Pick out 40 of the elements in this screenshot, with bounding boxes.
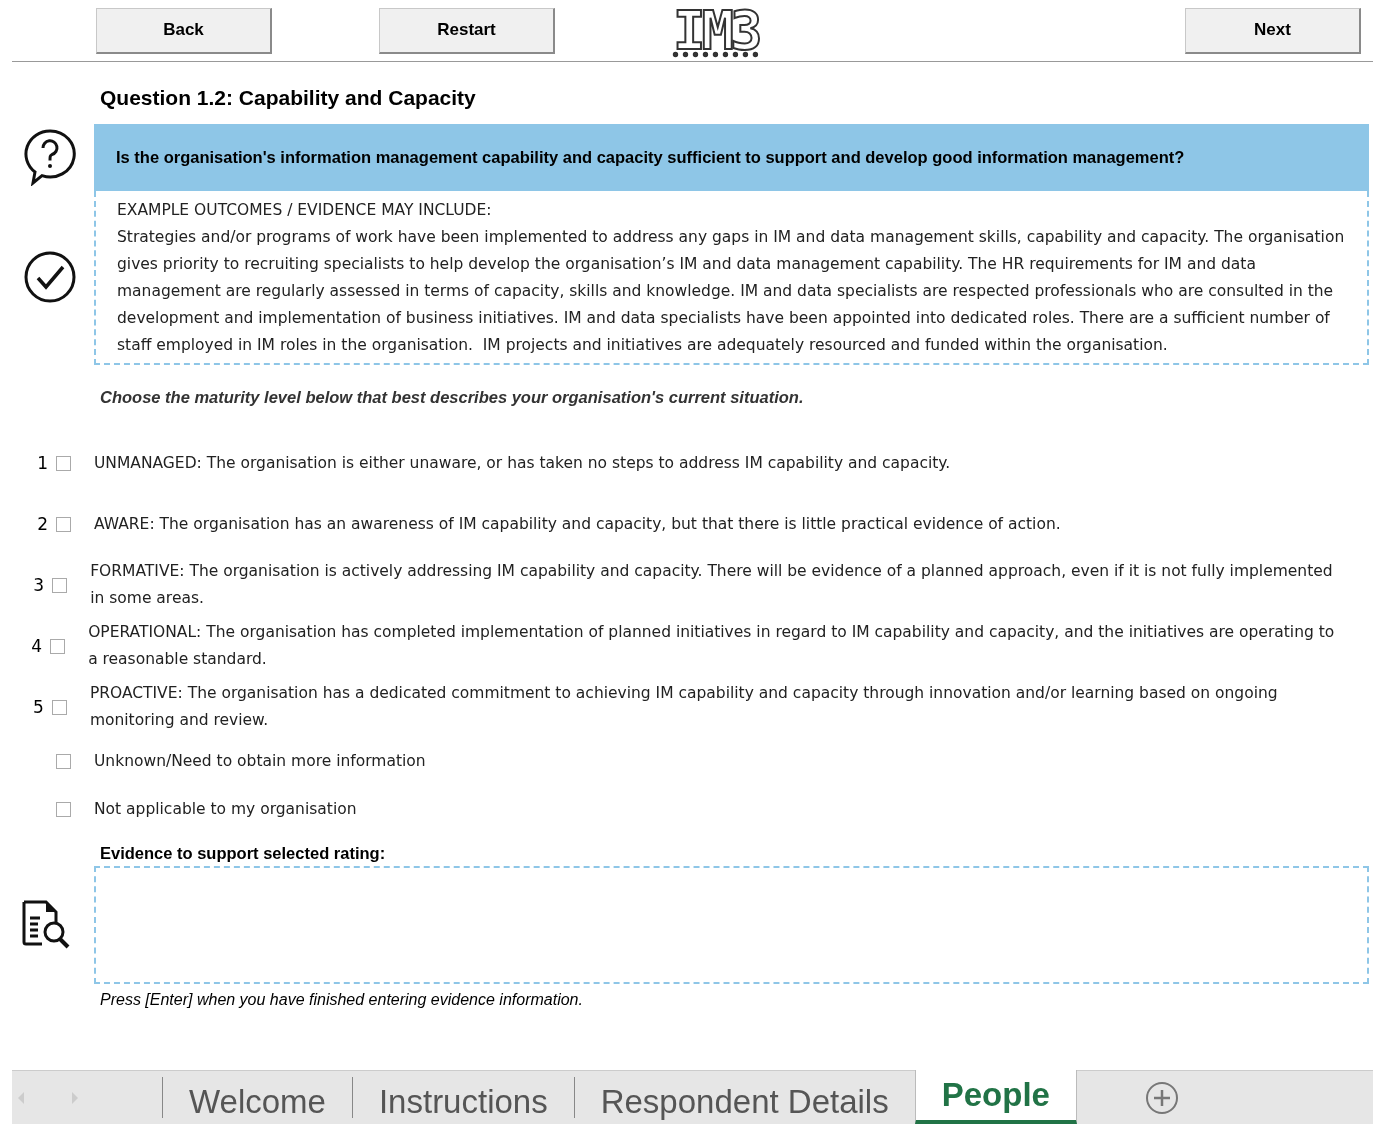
option-number: 4 — [31, 634, 43, 658]
option-checkbox[interactable] — [56, 455, 71, 471]
option-label: Unknown/Need to obtain more information — [94, 751, 426, 773]
restart-button[interactable]: Restart — [379, 7, 555, 54]
question-icon — [23, 128, 77, 186]
scroll-left-icon[interactable] — [16, 1090, 26, 1105]
back-button[interactable]: Back — [96, 7, 272, 54]
option-checkbox[interactable] — [52, 577, 68, 593]
evidence-label: Evidence to support selected rating: — [100, 842, 387, 864]
option-label: UNMANAGED: The organisation is either unaware, or has taken no steps to address IM capability and capacity. — [94, 452, 951, 474]
option-label: PROACTIVE: The organisation has a dedicated commitment to achieving IM capability and capacity through innovation and/or learning based on ongoing monitoring and review. — [89, 683, 1279, 732]
option-checkbox[interactable] — [51, 699, 67, 715]
sheet-tab[interactable]: Respondent Details — [573, 1077, 915, 1118]
sheet-tab[interactable]: Instructions — [351, 1077, 574, 1118]
question-title: Question 1.2: Capability and Capacity — [99, 85, 477, 111]
next-button[interactable]: Next — [1185, 7, 1361, 54]
evidence-input-field[interactable] — [94, 865, 1369, 984]
option-number: 2 — [37, 512, 48, 536]
evidence-heading: EXAMPLE OUTCOMES / EVIDENCE MAY INCLUDE: — [117, 200, 493, 221]
checkmark-circle-icon — [23, 250, 77, 304]
option-checkbox[interactable] — [50, 638, 66, 654]
option-checkbox[interactable] — [56, 754, 71, 770]
option-number: 5 — [33, 695, 44, 719]
sheet-tab[interactable]: People — [914, 1070, 1077, 1124]
option-label: AWARE: The organisation has an awareness of IM capability and capacity, but that there is little practical evidence of action. — [94, 513, 1061, 535]
sheet-tab[interactable]: Welcome — [162, 1077, 352, 1118]
option-label: FORMATIVE: The organisation is actively addressing IM capability and capacity. There will be evidence of a planned approach, even if it is not fully implemented in some areas. — [90, 561, 1334, 610]
question-banner: Is the organisation's information management capability and capacity sufficient to support and develop good information management? — [94, 124, 1369, 191]
add-sheet-icon[interactable] — [1144, 1080, 1179, 1115]
option-label: Not applicable to my organisation — [94, 799, 357, 821]
option-label: OPERATIONAL: The organisation has completed implementation of planned initiatives in regard to IM capability and capacity, and the initiatives are operating to a reasonable standard. — [88, 622, 1336, 671]
logo: IM3 — [673, 3, 759, 58]
option-checkbox[interactable] — [56, 802, 71, 818]
evidence-examples-text: Strategies and/or programs of work have been implemented to address any gaps in IM and data management skills, capability and capacity. The organisation gives priority to recruiting specialists to help develop the organisation’s IM and data management capability. The HR requirements for IM and data management are regularly assessed in terms of capacity, skills and knowledge. IM and data specialists are respected professionals who are consulted in the development and implementation of business initiatives. IM and data specialists have been appointed into dedicated roles. There are a sufficient number of staff employed in IM roles in the organisation. IM projects and initiatives are adequately resourced and funded within the organisation. — [117, 227, 1346, 356]
option-number: 3 — [33, 573, 45, 597]
scroll-right-icon[interactable] — [70, 1090, 80, 1105]
option-number: 1 — [37, 451, 48, 475]
instruction-text: Choose the maturity level below that best describes your organisation's current situation. — [100, 387, 805, 408]
option-checkbox[interactable] — [56, 516, 71, 532]
evidence-note: Press [Enter] when you have finished entering evidence information. — [100, 989, 584, 1010]
